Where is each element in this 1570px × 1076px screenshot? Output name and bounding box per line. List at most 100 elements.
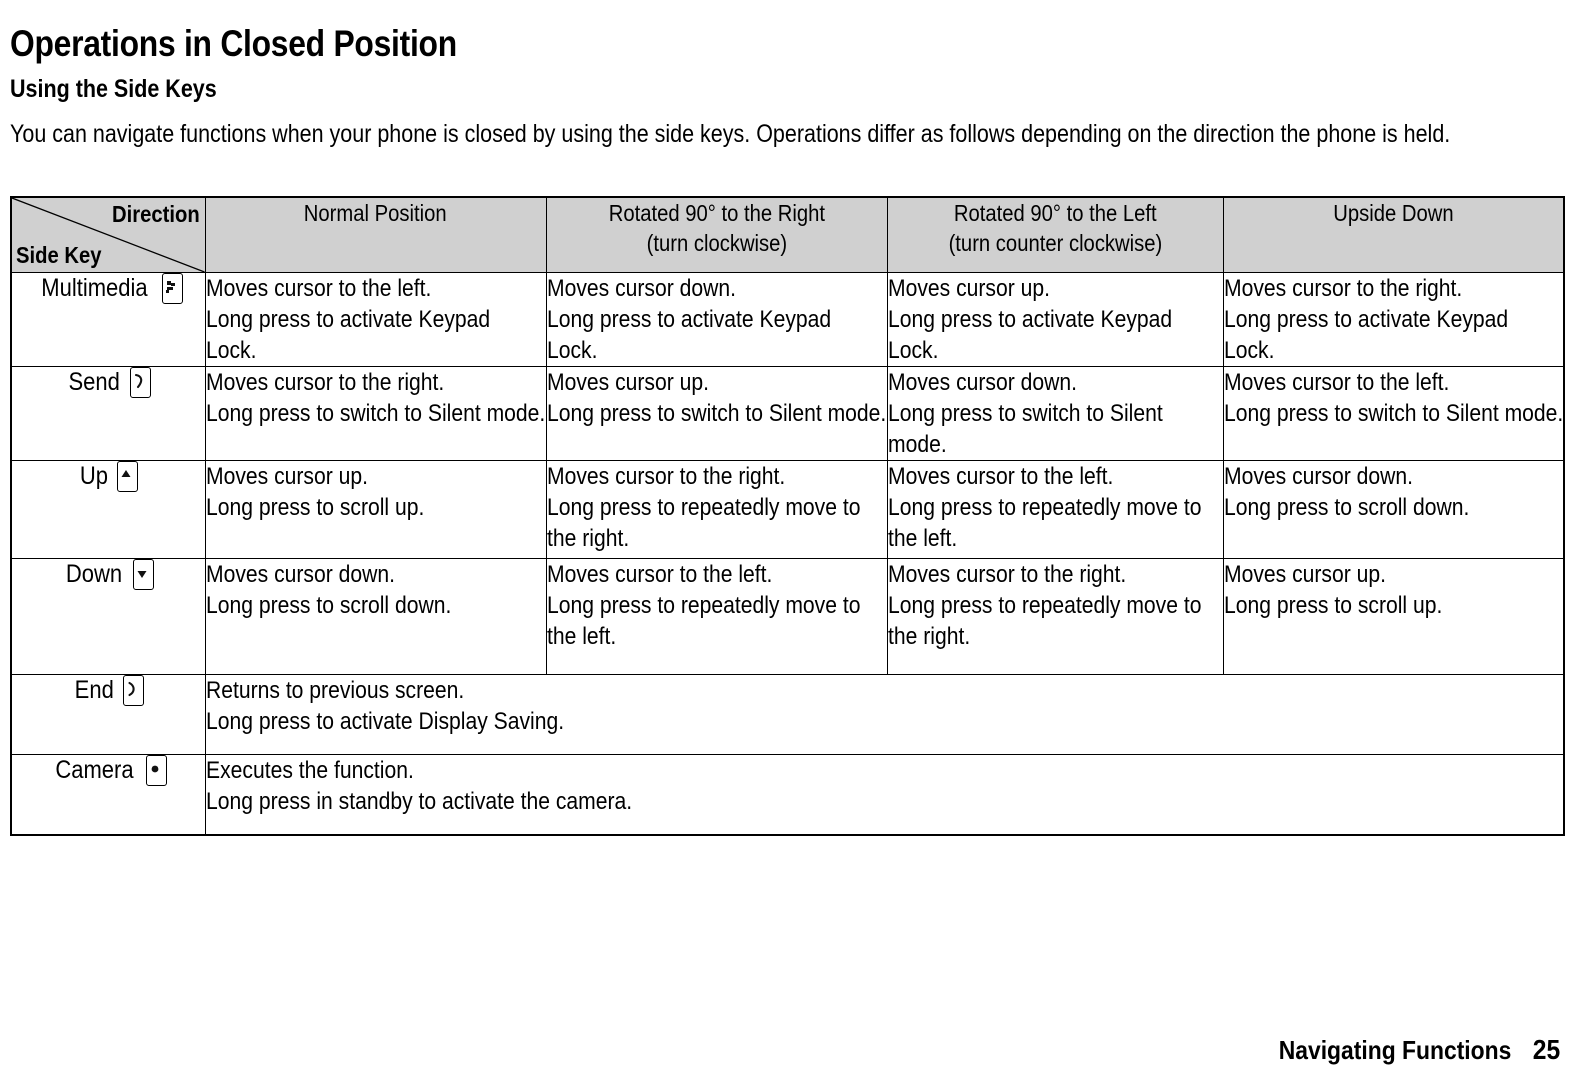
cell-line: Moves cursor down.	[546, 275, 736, 302]
table-cell: Moves cursor up. Long press to scroll up…	[204, 460, 547, 559]
cell-line: Moves cursor up.	[546, 369, 709, 396]
cell-line: Long press to switch to Silent mode.	[546, 400, 886, 427]
cell-line: Long press to repeatedly move to the lef…	[887, 494, 1201, 552]
cell-line: Returns to previous screen.	[205, 677, 464, 704]
table-row: Send Moves cursor to the right. Long pre…	[10, 366, 1565, 461]
table-cell: Moves cursor to the right. Long press to…	[545, 460, 888, 559]
multimedia-key-icon	[161, 273, 183, 304]
table-row: Up Moves cursor up. Long press to scroll…	[10, 460, 1565, 559]
cell-line: Moves cursor down.	[1223, 463, 1413, 490]
cell-line: Long press to switch to Silent mode.	[1223, 400, 1563, 427]
cell-line: Long press to switch to Silent mode.	[887, 400, 1163, 458]
table-cell: Moves cursor down. Long press to switch …	[886, 366, 1224, 461]
footer-section-label: Navigating Functions	[1278, 1035, 1511, 1065]
cell-line: Long press to scroll up.	[1223, 592, 1442, 619]
table-cell: Moves cursor down. Long press to scroll …	[1222, 460, 1565, 559]
corner-direction-label: Direction	[111, 201, 200, 227]
cell-line: Moves cursor to the left.	[546, 561, 772, 588]
table-cell: Moves cursor to the right. Long press to…	[1222, 272, 1565, 367]
cell-line: Moves cursor to the right.	[546, 463, 785, 490]
cell-line: Long press to repeatedly move to the lef…	[546, 592, 860, 650]
column-header-normal-position: Normal Position	[204, 196, 547, 273]
column-header-rotated-left: Rotated 90° to the Left (turn counter cl…	[886, 196, 1224, 273]
table-cell: Moves cursor to the left. Long press to …	[1222, 366, 1565, 461]
row-key-cell-end: End	[10, 674, 206, 755]
column-header-line2: (turn clockwise)	[646, 230, 787, 256]
cell-line: Long press to repeatedly move to the rig…	[887, 592, 1201, 650]
table-cell: Moves cursor to the right. Long press to…	[204, 366, 547, 461]
key-label: Down	[66, 560, 123, 588]
camera-key-icon	[145, 755, 167, 786]
table-cell: Moves cursor down. Long press to activat…	[545, 272, 888, 367]
page-title: Operations in Closed Position	[10, 22, 457, 64]
table-row: End Returns to previous screen. Long pre…	[10, 674, 1565, 755]
table-cell: Moves cursor to the left. Long press to …	[545, 558, 888, 675]
cell-line: Long press to activate Keypad Lock.	[205, 306, 490, 364]
cell-line: Moves cursor to the right.	[887, 561, 1126, 588]
cell-line: Long press in standby to activate the ca…	[205, 788, 632, 815]
end-key-icon	[123, 675, 145, 706]
side-keys-table: Direction Side Key Normal Position Rotat…	[10, 196, 1565, 836]
row-key-cell-multimedia: Multimedia	[10, 272, 206, 367]
table-cell-spanning: Returns to previous screen. Long press t…	[204, 674, 1565, 755]
corner-header-cell: Direction Side Key	[10, 196, 206, 273]
key-label: Multimedia	[41, 274, 148, 302]
table-cell: Moves cursor to the left. Long press to …	[204, 272, 547, 367]
cell-line: Long press to activate Keypad Lock.	[1223, 306, 1508, 364]
intro-paragraph: You can navigate functions when your pho…	[10, 120, 1451, 148]
cell-line: Moves cursor down.	[887, 369, 1077, 396]
cell-line: Moves cursor to the left.	[887, 463, 1113, 490]
cell-line: Long press to repeatedly move to the rig…	[546, 494, 860, 552]
column-header-line1: Normal Position	[304, 200, 447, 226]
cell-line: Moves cursor to the right.	[1223, 275, 1462, 302]
column-header-line1: Upside Down	[1333, 200, 1454, 226]
cell-line: Moves cursor up.	[887, 275, 1050, 302]
cell-line: Moves cursor to the left.	[205, 275, 431, 302]
table-cell: Moves cursor up. Long press to scroll up…	[1222, 558, 1565, 675]
down-key-icon	[133, 559, 155, 590]
key-label: Up	[80, 462, 109, 490]
cell-line: Long press to scroll down.	[205, 592, 451, 619]
table-cell-spanning: Executes the function. Long press in sta…	[204, 754, 1565, 835]
table-cell: Moves cursor up. Long press to activate …	[886, 272, 1224, 367]
table-body: Multimedia Moves cursor to the left. Lon…	[10, 272, 1565, 835]
table-cell: Moves cursor down. Long press to scroll …	[204, 558, 547, 675]
section-heading: Using the Side Keys	[10, 74, 217, 103]
manual-page: Operations in Closed Position Using the …	[0, 0, 1570, 1076]
cell-line: Executes the function.	[205, 757, 414, 784]
table-row: Down Moves cursor down. Long press to sc…	[10, 558, 1565, 675]
table-header-row: Direction Side Key Normal Position Rotat…	[10, 196, 1565, 273]
table-cell: Moves cursor to the right. Long press to…	[886, 558, 1224, 675]
cell-line: Long press to scroll up.	[205, 494, 424, 521]
column-header-line2: (turn counter clockwise)	[948, 230, 1162, 256]
cell-line: Moves cursor to the left.	[1223, 369, 1449, 396]
send-key-icon	[130, 367, 152, 398]
key-label: Send	[68, 368, 120, 396]
table-row: Camera Executes the function. Long press…	[10, 754, 1565, 835]
cell-line: Long press to activate Keypad Lock.	[887, 306, 1172, 364]
row-key-cell-down: Down	[10, 558, 206, 675]
cell-line: Long press to activate Keypad Lock.	[546, 306, 831, 364]
footer-page-number: 25	[1532, 1034, 1560, 1065]
cell-line: Long press to scroll down.	[1223, 494, 1469, 521]
page-footer: Navigating Functions 25	[1247, 1034, 1560, 1066]
table-cell: Moves cursor to the left. Long press to …	[886, 460, 1224, 559]
column-header-rotated-right: Rotated 90° to the Right (turn clockwise…	[545, 196, 888, 273]
row-key-cell-camera: Camera	[10, 754, 206, 835]
table-row: Multimedia Moves cursor to the left. Lon…	[10, 272, 1565, 367]
cell-line: Long press to activate Display Saving.	[205, 708, 564, 735]
cell-line: Moves cursor up.	[205, 463, 368, 490]
key-label: End	[74, 676, 114, 704]
cell-line: Long press to switch to Silent mode.	[205, 400, 545, 427]
up-key-icon	[117, 461, 139, 492]
corner-side-key-label: Side Key	[16, 242, 102, 268]
column-header-line1: Rotated 90° to the Right	[608, 200, 825, 226]
side-keys-table-container: Direction Side Key Normal Position Rotat…	[10, 196, 1565, 836]
column-header-upside-down: Upside Down	[1222, 196, 1565, 273]
cell-line: Moves cursor to the right.	[205, 369, 444, 396]
cell-line: Moves cursor down.	[205, 561, 395, 588]
row-key-cell-send: Send	[10, 366, 206, 461]
row-key-cell-up: Up	[10, 460, 206, 559]
table-cell: Moves cursor up. Long press to switch to…	[545, 366, 888, 461]
key-label: Camera	[55, 756, 134, 784]
